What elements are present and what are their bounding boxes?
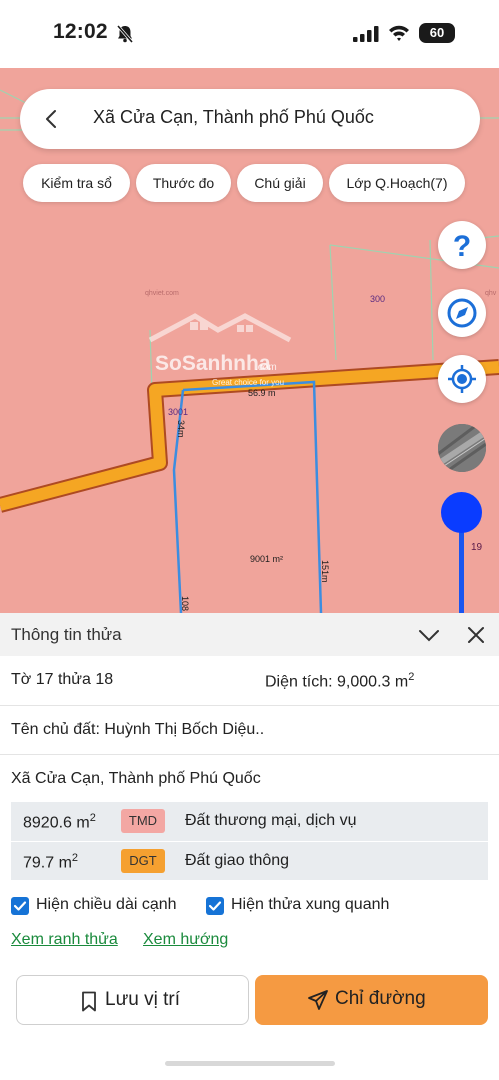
land-use-area-sup: 2 (89, 812, 96, 824)
checkmark-icon (13, 901, 27, 911)
view-direction-link[interactable]: Xem hướng (143, 931, 228, 949)
bell-muted-icon (116, 25, 134, 43)
close-icon[interactable] (467, 626, 485, 644)
parcel-area-text: Diện tích: 9,000.3 m (265, 673, 409, 691)
land-use-code-badge: DGT (121, 849, 165, 873)
directions-button[interactable]: Chỉ đường (255, 975, 488, 1025)
locate-icon (448, 365, 476, 393)
home-indicator (165, 1061, 335, 1066)
satellite-layer-toggle[interactable] (438, 424, 486, 472)
parcel-area-label: 9001 m² (250, 554, 283, 564)
directions-label: Chỉ đường (335, 988, 426, 1009)
view-boundary-link[interactable]: Xem ranh thửa (11, 931, 118, 949)
chip-planning-layers[interactable]: Lớp Q.Hoạch(7) (329, 164, 465, 202)
map-view[interactable]: SoSanhnha .com Great choice for you qhvi… (0, 68, 499, 628)
question-icon: ? (453, 230, 471, 263)
chip-measure[interactable]: Thước đo (136, 164, 231, 202)
help-button[interactable]: ? (438, 221, 486, 269)
wifi-icon (389, 25, 409, 41)
sheet-header: Thông tin thửa (0, 613, 499, 656)
chip-check-certificate[interactable]: Kiểm tra sổ (23, 164, 130, 202)
parcel-number: Tờ 17 thửa 18 (11, 671, 114, 688)
chip-legend[interactable]: Chú giải (237, 164, 323, 202)
land-use-area-text: 79.7 m (23, 854, 72, 872)
parcel-area-unit-sup: 2 (408, 671, 415, 683)
watermark-small-2: qhv (485, 290, 497, 297)
save-location-label: Lưu vị trí (105, 989, 181, 1010)
land-use-area-text: 8920.6 m (23, 814, 90, 832)
watermark-logo (148, 313, 292, 343)
watermark-small-1: qhviet.com (145, 290, 179, 297)
location-search-bar[interactable]: Xã Cửa Cạn, Thành phố Phú Quốc (20, 89, 480, 149)
chevron-down-icon[interactable] (418, 625, 440, 645)
svg-text:?: ? (453, 230, 471, 263)
checkmark-icon (208, 901, 222, 911)
watermark-brand: SoSanhnha (155, 352, 271, 375)
compass-button[interactable] (438, 289, 486, 337)
divider (0, 705, 499, 706)
sheet-title: Thông tin thửa (11, 625, 122, 644)
parcel-label-3001: 3001 (168, 407, 188, 417)
land-use-code-badge: TMD (121, 809, 165, 833)
watermark-domain: .com (255, 362, 277, 373)
land-use-area-sup: 2 (71, 852, 79, 864)
edge-length-top: 56.9 m (248, 388, 276, 398)
owner-name: Tên chủ đất: Huỳnh Thị Bốch Diệu.. (11, 721, 265, 738)
send-arrow-icon (308, 990, 328, 1010)
signal-icon (353, 26, 379, 42)
opacity-slider-track[interactable] (459, 520, 464, 628)
parcel-boundary-right (182, 380, 323, 614)
show-edge-lengths-checkbox[interactable] (11, 897, 29, 915)
satellite-layer-icon (438, 424, 486, 472)
map-canvas[interactable]: SoSanhnha .com Great choice for you qhvi… (0, 68, 499, 628)
edge-length-right: 151m (320, 560, 330, 583)
opacity-slider-handle[interactable] (441, 492, 482, 533)
show-edge-lengths-label[interactable]: Hiện chiều dài cạnh (36, 896, 177, 914)
land-use-area: 8920.6 m2 (23, 812, 96, 832)
battery-icon: 60 (419, 23, 455, 43)
parcel-label-300: 300 (370, 294, 385, 304)
watermark-tagline: Great choice for you (212, 378, 284, 387)
my-location-button[interactable] (438, 355, 486, 403)
location-title[interactable]: Xã Cửa Cạn, Thành phố Phú Quốc (93, 107, 374, 128)
land-use-description: Đất giao thông (185, 852, 290, 869)
compass-icon (447, 298, 477, 328)
land-use-area: 79.7 m2 (23, 852, 78, 872)
land-use-description: Đất thương mại, dịch vụ (185, 812, 357, 829)
land-use-row: 79.7 m2 DGT Đất giao thông (11, 841, 488, 880)
edge-length-left: 34m (176, 420, 186, 438)
parcel-area: Diện tích: 9,000.3 m2 (265, 671, 414, 691)
status-bar: 12:02 60 (0, 0, 499, 68)
show-neighbors-label[interactable]: Hiện thửa xung quanh (231, 896, 389, 914)
parcel-address: Xã Cửa Cạn, Thành phố Phú Quốc (11, 770, 261, 787)
opacity-slider-value: 19 (471, 542, 483, 553)
show-neighbors-checkbox[interactable] (206, 897, 224, 915)
back-arrow-icon[interactable] (40, 107, 64, 131)
bookmark-icon (82, 991, 96, 1012)
land-use-row: 8920.6 m2 TMD Đất thương mại, dịch vụ (11, 802, 488, 841)
save-location-button[interactable]: Lưu vị trí (16, 975, 249, 1025)
land-use-table: 8920.6 m2 TMD Đất thương mại, dịch vụ 79… (11, 802, 488, 880)
divider (0, 754, 499, 755)
edge-length-bottom-left: 108 (180, 596, 190, 611)
status-time: 12:02 (53, 20, 108, 43)
